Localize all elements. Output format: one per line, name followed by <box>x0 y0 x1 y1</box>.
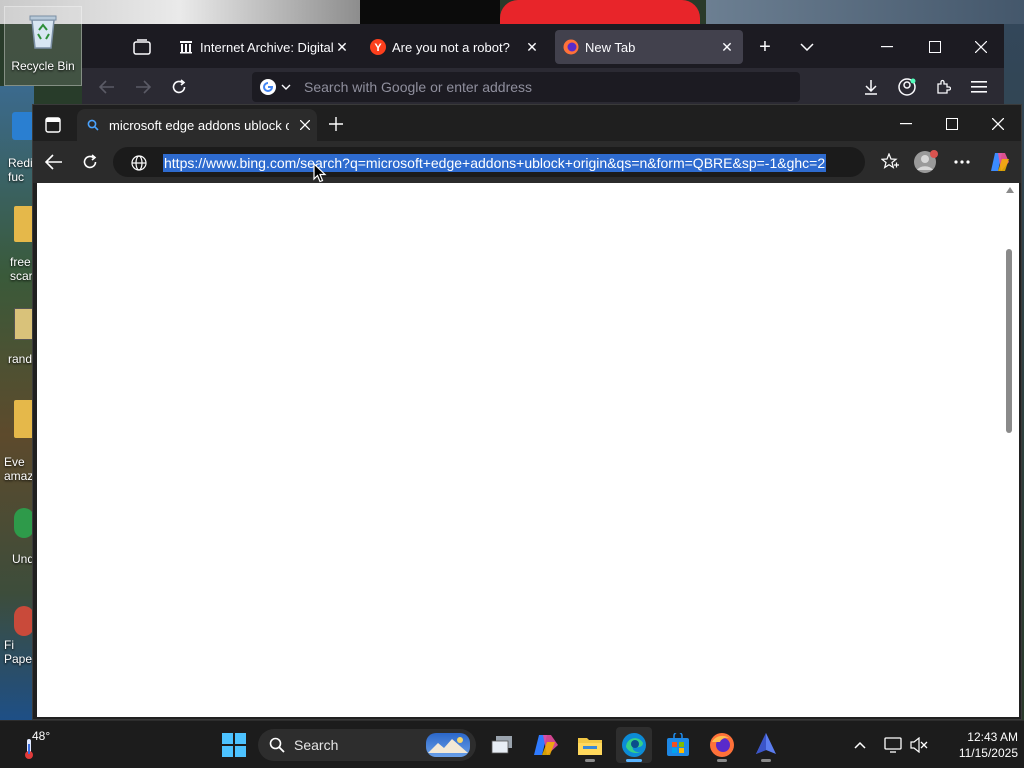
file-explorer-icon[interactable] <box>572 727 608 763</box>
firefox-nav-bar: Search with Google or enter address <box>82 68 1004 106</box>
network-icon[interactable] <box>882 734 904 756</box>
yandex-icon: Y <box>370 39 386 55</box>
taskbar: 48° Search 12:43 AM 11/15/2025 <box>0 720 1024 768</box>
desktop-icon-label: Eve amaz <box>4 455 34 483</box>
recycle-bin-icon <box>25 11 61 51</box>
edge-tab-strip: microsoft edge addons ublock or <box>33 105 1021 141</box>
volume-muted-icon[interactable] <box>908 734 930 756</box>
taskbar-search[interactable]: Search <box>258 729 476 761</box>
menu-icon[interactable] <box>968 76 990 98</box>
globe-icon[interactable] <box>129 153 149 173</box>
app-shortcut-icon[interactable] <box>14 606 34 636</box>
wallpaper-tile <box>360 0 500 24</box>
forward-icon[interactable] <box>132 76 154 98</box>
copilot-icon[interactable] <box>987 149 1013 175</box>
firefox-url-bar[interactable]: Search with Google or enter address <box>252 72 800 102</box>
copilot-app-icon[interactable] <box>528 727 564 763</box>
maximize-icon[interactable] <box>924 36 946 58</box>
clock-date: 11/15/2025 <box>958 746 1018 760</box>
firefox-tab[interactable]: Y Are you not a robot? ✕ <box>362 30 548 64</box>
address-bar[interactable]: https://www.bing.com/search?q=microsoft+… <box>113 147 865 177</box>
desktop-icon-label: free scar <box>10 255 33 283</box>
desktop-icon-label: Fi Pape <box>4 638 33 666</box>
url-text[interactable]: https://www.bing.com/search?q=microsoft+… <box>163 154 827 172</box>
firefox-tab[interactable]: Internet Archive: Digital Li ✕ <box>170 30 358 64</box>
edge-window: microsoft edge addons ublock or https://… <box>32 104 1022 720</box>
account-icon[interactable] <box>896 76 918 98</box>
tab-label: New Tab <box>585 39 636 55</box>
list-tabs-icon[interactable] <box>796 36 818 58</box>
desktop-icon-label: Redi fuc <box>8 156 33 184</box>
back-icon[interactable] <box>96 76 118 98</box>
close-tab-icon[interactable]: ✕ <box>719 39 735 55</box>
desktop-icon-label: rand <box>8 352 33 366</box>
folder-icon[interactable] <box>14 206 34 242</box>
download-icon[interactable] <box>860 76 882 98</box>
search-icon <box>85 117 101 133</box>
tab-actions-icon[interactable] <box>43 115 63 135</box>
desktop-icon-label: Recycle Bin <box>11 59 75 73</box>
new-tab-icon[interactable] <box>325 113 347 135</box>
url-placeholder: Search with Google or enter address <box>304 79 533 95</box>
firefox-tab-active[interactable]: New Tab ✕ <box>555 30 743 64</box>
chevron-up-icon[interactable] <box>850 735 870 755</box>
desktop-icon-recycle-bin[interactable]: Recycle Bin <box>4 6 82 86</box>
scroll-up-icon[interactable] <box>1006 187 1014 193</box>
app-shortcut-icon[interactable] <box>12 112 34 140</box>
tab-label: Internet Archive: Digital Li <box>200 39 334 55</box>
scrollbar[interactable] <box>1001 183 1019 717</box>
close-tab-icon[interactable] <box>295 115 315 135</box>
reload-icon[interactable] <box>168 76 190 98</box>
google-search-engine-icon[interactable] <box>258 77 278 97</box>
profile-avatar[interactable] <box>913 149 939 175</box>
page-content[interactable] <box>37 183 1001 717</box>
firefox-window: Internet Archive: Digital Li ✕ Y Are you… <box>82 24 1004 106</box>
weather-temperature: 48° <box>32 729 51 743</box>
firefox-icon <box>563 39 579 55</box>
tab-label: Are you not a robot? <box>392 39 510 55</box>
close-window-icon[interactable] <box>987 113 1009 135</box>
clock-time: 12:43 AM <box>967 730 1018 744</box>
wallpaper-tile <box>500 0 700 24</box>
edge-toolbar: https://www.bing.com/search?q=microsoft+… <box>33 141 1021 183</box>
extensions-icon[interactable] <box>932 76 954 98</box>
mouse-cursor-icon <box>313 163 327 183</box>
close-window-icon[interactable] <box>970 36 992 58</box>
maximize-icon[interactable] <box>941 113 963 135</box>
archive-icon <box>178 39 194 55</box>
back-icon[interactable] <box>43 151 65 173</box>
minimize-icon[interactable] <box>876 36 898 58</box>
new-tab-icon[interactable]: + <box>754 36 776 58</box>
chevron-down-icon[interactable] <box>280 81 292 93</box>
favorites-icon[interactable] <box>879 151 901 173</box>
firefox-view-icon[interactable] <box>130 36 154 58</box>
firefox-app-icon[interactable] <box>704 727 740 763</box>
app-icon[interactable] <box>748 727 784 763</box>
search-highlight-image <box>426 733 470 757</box>
desktop-icon-label: Und <box>12 552 35 566</box>
close-tab-icon[interactable]: ✕ <box>524 39 540 55</box>
task-view-icon[interactable] <box>484 727 520 763</box>
wallpaper-tile <box>706 0 1024 24</box>
clock[interactable]: 12:43 AM 11/15/2025 <box>938 729 1018 761</box>
minimize-icon[interactable] <box>895 113 917 135</box>
more-options-icon[interactable] <box>951 151 973 173</box>
microsoft-store-icon[interactable] <box>660 727 696 763</box>
scrollbar-thumb[interactable] <box>1006 249 1012 433</box>
app-shortcut-icon[interactable] <box>14 508 34 538</box>
edge-app-icon[interactable] <box>616 727 652 763</box>
tab-label: microsoft edge addons ublock or <box>109 117 289 133</box>
close-tab-icon[interactable]: ✕ <box>334 39 350 55</box>
app-shortcut-icon[interactable] <box>14 400 34 438</box>
svg-text:Y: Y <box>374 42 382 54</box>
weather-widget[interactable]: 48° <box>14 727 74 763</box>
firefox-tab-strip: Internet Archive: Digital Li ✕ Y Are you… <box>82 24 1004 68</box>
search-icon <box>268 736 286 754</box>
edge-tab-active[interactable]: microsoft edge addons ublock or <box>77 109 317 141</box>
reload-icon[interactable] <box>79 151 101 173</box>
search-label: Search <box>294 737 339 753</box>
start-icon[interactable] <box>218 729 250 761</box>
